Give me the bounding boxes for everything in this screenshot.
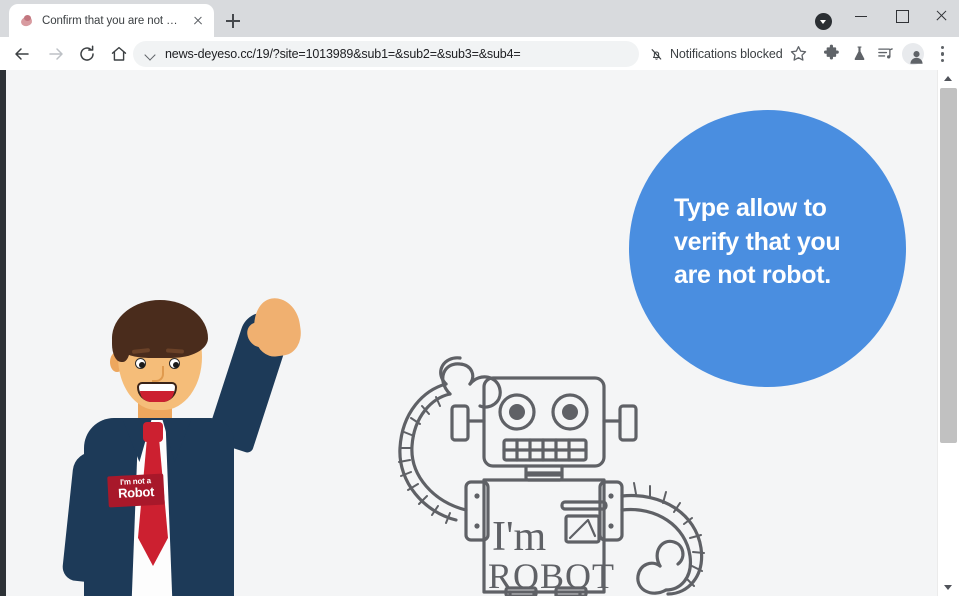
notifications-blocked-chip[interactable]: Notifications blocked [641,41,791,67]
new-tab-button[interactable] [222,10,244,32]
tab-strip: Confirm that you are not a robot [0,0,959,37]
scroll-up-arrow-icon[interactable] [938,70,959,87]
man-tie-knot [143,422,163,442]
scroll-down-arrow-icon[interactable] [938,579,959,596]
download-badge-icon[interactable] [815,13,832,30]
profile-button[interactable] [900,41,926,67]
menu-dot [940,52,944,56]
media-controls-button[interactable] [873,41,899,67]
badge-line-2: Robot [117,484,155,501]
browser-toolbar: news-deyeso.cc/19/?site=1013989&sub1=&su… [0,37,959,70]
page-favicon [19,13,35,29]
close-window-button[interactable] [919,0,959,32]
man-eye-left [135,358,146,369]
robot-drawing: I'm ROBOT [398,356,705,596]
arrow-left-icon [15,48,29,60]
minimize-button[interactable] [839,0,883,32]
person-icon [909,50,923,64]
page-viewport: Type allow to verify that you are not ro… [6,70,937,596]
scrollbar-thumb[interactable] [940,88,957,443]
arrow-right-icon [49,48,63,60]
speech-bubble-text: Type allow to verify that you are not ro… [674,194,841,289]
robot-torso-text-line2: ROBOT [488,556,615,596]
tab-title: Confirm that you are not a robot [42,14,183,27]
reload-button[interactable] [73,40,101,68]
media-playlist-icon [878,48,893,59]
cartoon-man-illustration: I'm not a Robot [61,270,326,596]
maximize-button[interactable] [879,0,923,32]
home-button[interactable] [105,40,133,68]
forward-button[interactable] [42,40,70,68]
man-hair-sideburn [112,326,130,362]
address-bar[interactable]: news-deyeso.cc/19/?site=1013989&sub1=&su… [133,41,639,67]
man-eye-right [169,358,180,369]
bookmark-button[interactable] [786,41,812,67]
notifications-blocked-label: Notifications blocked [670,47,783,61]
menu-dot [940,58,944,62]
close-tab-icon[interactable] [190,13,206,29]
bell-slash-icon [651,48,662,60]
page-scrollbar[interactable] [937,70,959,596]
experiments-button[interactable] [847,41,873,67]
reload-icon [80,45,94,61]
back-button[interactable] [8,40,36,68]
extensions-button[interactable] [819,41,845,67]
speech-bubble-circle: Type allow to verify that you are not ro… [629,110,906,387]
browser-window: Confirm that you are not a robot [0,0,959,596]
browser-tab[interactable]: Confirm that you are not a robot [9,4,214,37]
puzzle-piece-icon [823,44,839,60]
site-info-chevron-icon[interactable] [145,49,156,60]
im-not-a-robot-badge: I'm not a Robot [107,473,165,508]
url-text: news-deyeso.cc/19/?site=1013989&sub1=&su… [165,47,521,61]
browser-menu-button[interactable] [929,41,955,67]
flask-icon [854,46,865,61]
menu-dot [940,46,944,50]
home-icon [111,46,127,61]
star-icon [790,45,807,61]
robot-torso-text-line1: I'm [492,514,547,560]
robot-sketch-illustration: I'm ROBOT [374,350,724,596]
